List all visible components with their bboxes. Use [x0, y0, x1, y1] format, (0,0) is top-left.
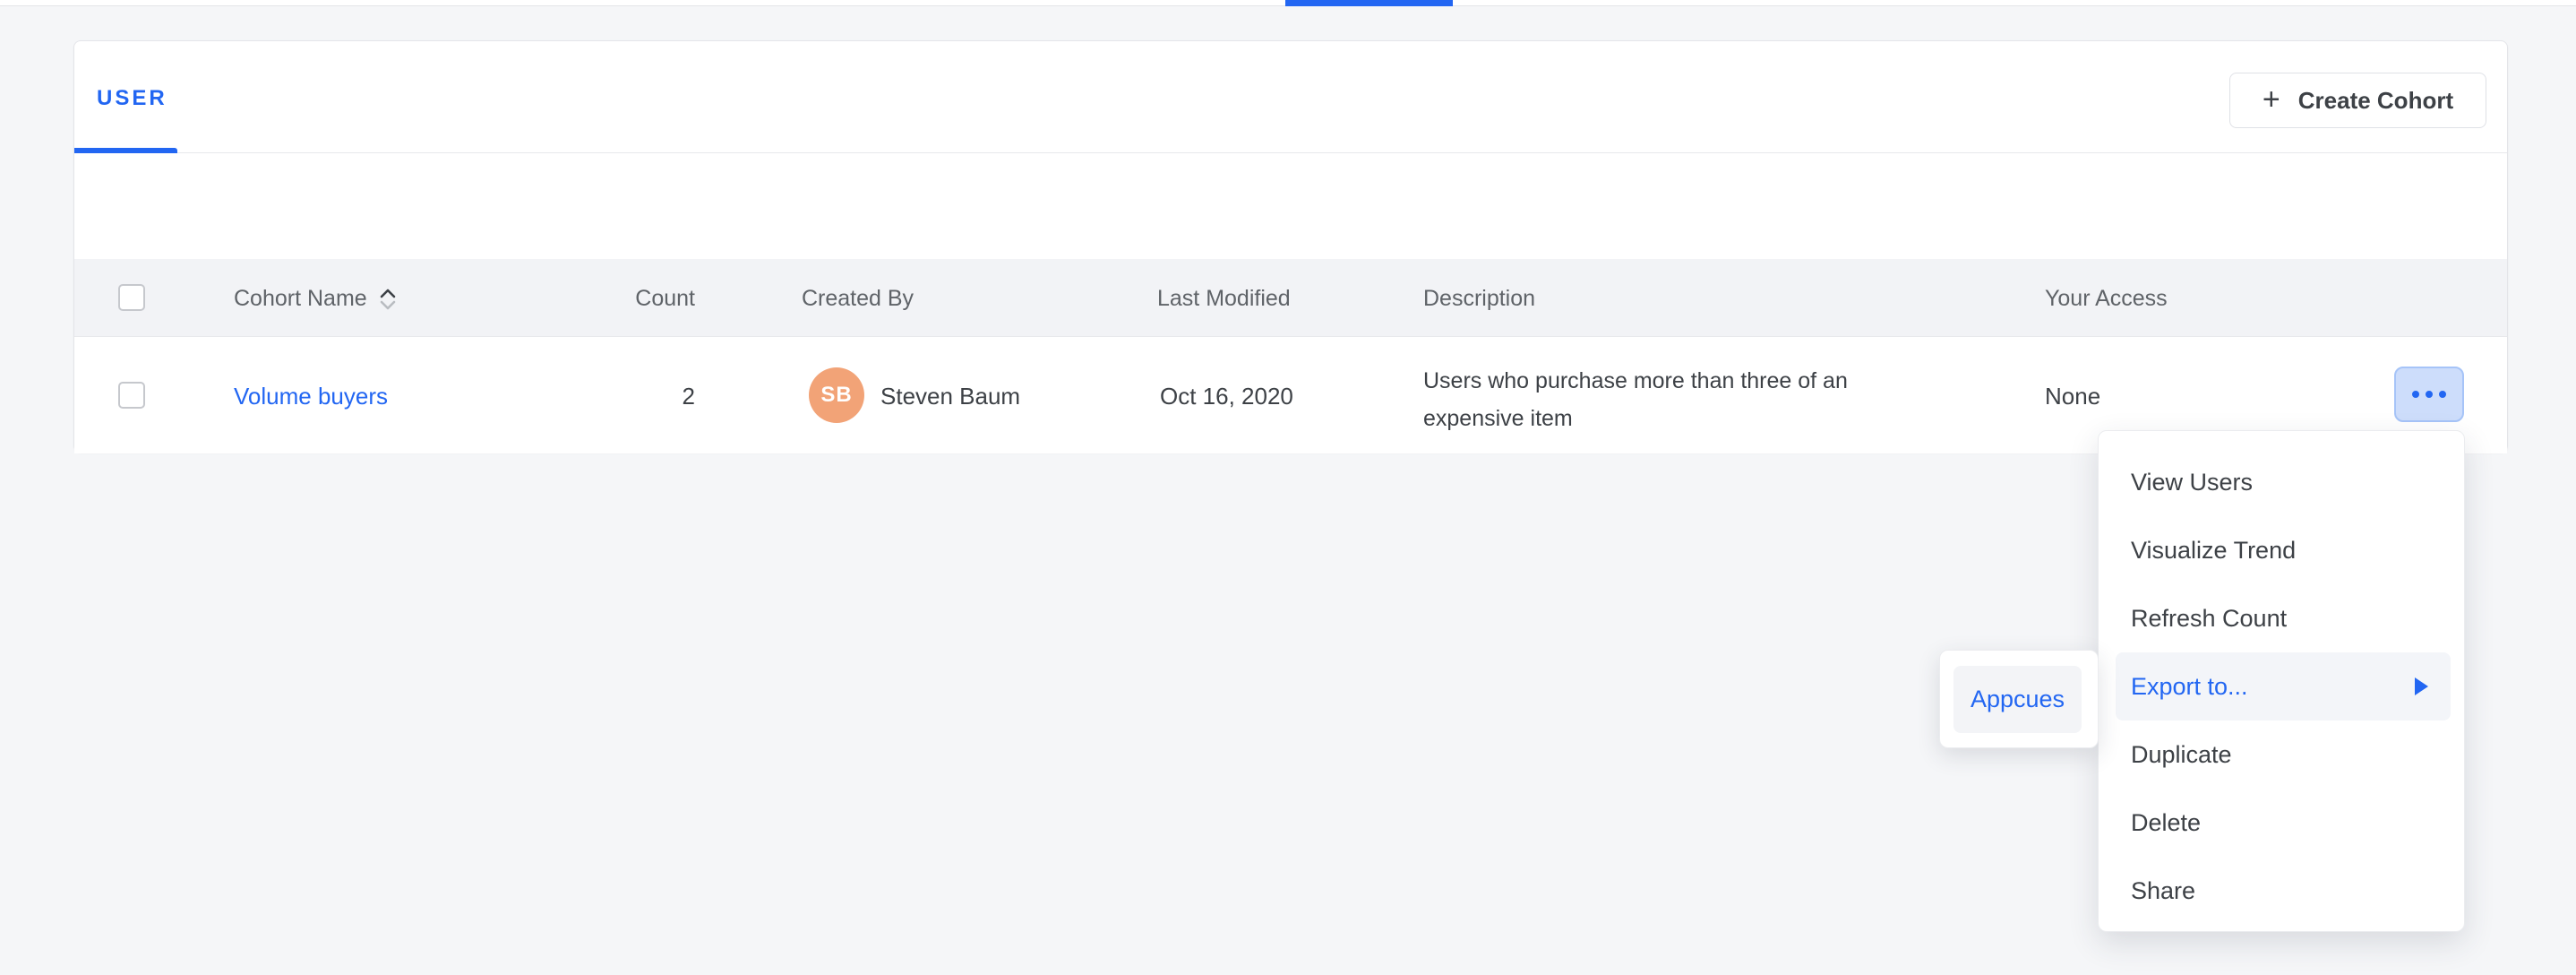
card-header: USER + Create Cohort: [74, 41, 2507, 153]
column-header-created-by[interactable]: Created By: [802, 286, 914, 312]
cohorts-page: USER + Create Cohort 1 Results Filter by…: [0, 0, 2576, 975]
cohort-name-header-label: Cohort Name: [234, 286, 367, 312]
export-submenu: Appcues: [1939, 650, 2099, 748]
menu-item-duplicate[interactable]: Duplicate: [2099, 720, 2464, 789]
cohort-name-link[interactable]: Volume buyers: [234, 383, 388, 410]
last-modified-date: Oct 16, 2020: [1160, 383, 1293, 410]
column-header-your-access[interactable]: Your Access: [2045, 286, 2168, 312]
menu-item-share[interactable]: Share: [2099, 857, 2464, 925]
more-options-button[interactable]: [2394, 367, 2464, 422]
table-header: Cohort Name Count Created By Last Modifi…: [74, 259, 2507, 337]
cohorts-card: USER + Create Cohort 1 Results Filter by…: [73, 40, 2508, 453]
tab-user[interactable]: USER: [97, 86, 167, 111]
filter-bar: 1 Results Filter by Created By Anyone Al…: [74, 153, 2507, 259]
more-options-icon: [2439, 391, 2446, 398]
submenu-item-appcues[interactable]: Appcues: [1953, 666, 2082, 733]
column-header-last-modified[interactable]: Last Modified: [1157, 286, 1291, 312]
column-header-cohort-name[interactable]: Cohort Name: [234, 286, 398, 312]
create-cohort-button[interactable]: + Create Cohort: [2229, 73, 2486, 128]
row-checkbox[interactable]: [118, 382, 145, 409]
submenu-arrow-icon: [2415, 677, 2428, 695]
row-context-menu: View Users Visualize Trend Refresh Count…: [2098, 430, 2465, 932]
menu-item-delete[interactable]: Delete: [2099, 789, 2464, 857]
menu-item-refresh-count[interactable]: Refresh Count: [2099, 584, 2464, 652]
menu-item-view-users[interactable]: View Users: [2099, 448, 2464, 516]
your-access-value: None: [2045, 383, 2100, 410]
column-header-count[interactable]: Count: [605, 286, 695, 312]
more-options-icon: [2412, 391, 2419, 398]
create-cohort-label: Create Cohort: [2298, 87, 2453, 115]
menu-item-visualize-trend[interactable]: Visualize Trend: [2099, 516, 2464, 584]
top-nav-strip: [0, 0, 2576, 6]
more-options-icon: [2426, 391, 2433, 398]
plus-icon: +: [2263, 84, 2280, 115]
sort-icon: [378, 287, 398, 312]
cohort-description: Users who purchase more than three of an…: [1423, 362, 1938, 437]
select-all-checkbox[interactable]: [118, 284, 145, 311]
cohort-count: 2: [605, 383, 695, 410]
active-tab-indicator[interactable]: [1285, 0, 1453, 6]
column-header-description[interactable]: Description: [1423, 286, 1535, 312]
creator-name: Steven Baum: [880, 383, 1020, 410]
menu-item-export-to[interactable]: Export to...: [2116, 652, 2451, 720]
export-to-label: Export to...: [2131, 673, 2248, 701]
avatar: SB: [809, 367, 864, 423]
